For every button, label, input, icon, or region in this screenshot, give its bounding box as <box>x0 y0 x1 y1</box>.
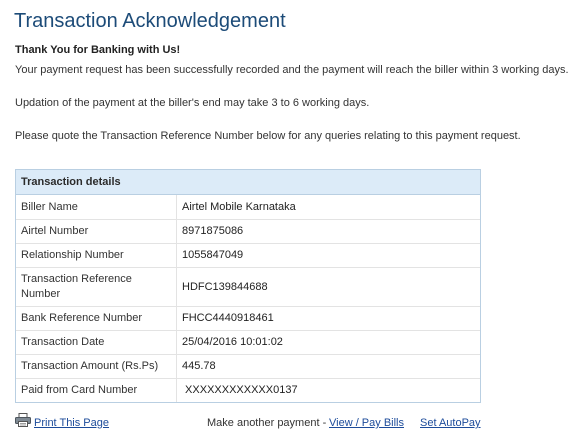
row-value: HDFC139844688 <box>176 267 480 307</box>
row-value: XXXXXXXXXXXX0137 <box>182 384 298 397</box>
reference-message: Please quote the Transaction Reference N… <box>15 130 521 142</box>
row-value: 25/04/2016 10:01:02 <box>176 330 480 355</box>
transaction-details-header: Transaction details <box>16 170 480 195</box>
page-title: Transaction Acknowledgement <box>14 10 286 32</box>
updation-message: Updation of the payment at the biller's … <box>15 97 370 109</box>
table-row: Bank Reference Number FHCC4440918461 <box>16 306 480 331</box>
row-label: Biller Name <box>16 195 177 220</box>
table-row: Airtel Number 8971875086 <box>16 219 480 244</box>
another-payment-text: Make another payment - <box>207 417 327 429</box>
row-value: 445.78 <box>176 354 480 379</box>
printer-icon[interactable] <box>15 413 31 427</box>
table-row: Transaction Reference Number HDFC1398446… <box>16 267 480 307</box>
row-label: Airtel Number <box>16 219 177 244</box>
view-pay-bills-link[interactable]: View / Pay Bills <box>329 417 404 429</box>
row-value: FHCC4440918461 <box>176 306 480 331</box>
table-row: Biller Name Airtel Mobile Karnataka <box>16 195 480 220</box>
row-label: Transaction Date <box>16 330 177 355</box>
row-label: Relationship Number <box>16 243 177 268</box>
thank-you-message: Thank You for Banking with Us! <box>15 44 181 56</box>
row-label: Bank Reference Number <box>16 306 177 331</box>
print-page-link[interactable]: Print This Page <box>34 417 109 429</box>
row-label: Paid from Card Number <box>16 378 177 402</box>
row-label: Transaction Amount (Rs.Ps) <box>16 354 177 379</box>
table-row: Paid from Card Number XXXXXXXXXXXX0137 <box>16 378 480 402</box>
success-message: Your payment request has been successful… <box>15 64 569 76</box>
row-value: 1055847049 <box>176 243 480 268</box>
transaction-details-table: Transaction details Biller Name Airtel M… <box>15 169 481 403</box>
row-value: Airtel Mobile Karnataka <box>176 195 480 220</box>
row-value: 8971875086 <box>176 219 480 244</box>
row-label: Transaction Reference Number <box>16 267 177 307</box>
set-autopay-link[interactable]: Set AutoPay <box>420 417 481 429</box>
table-row: Relationship Number 1055847049 <box>16 243 480 268</box>
table-row: Transaction Amount (Rs.Ps) 445.78 <box>16 354 480 379</box>
table-row: Transaction Date 25/04/2016 10:01:02 <box>16 330 480 355</box>
